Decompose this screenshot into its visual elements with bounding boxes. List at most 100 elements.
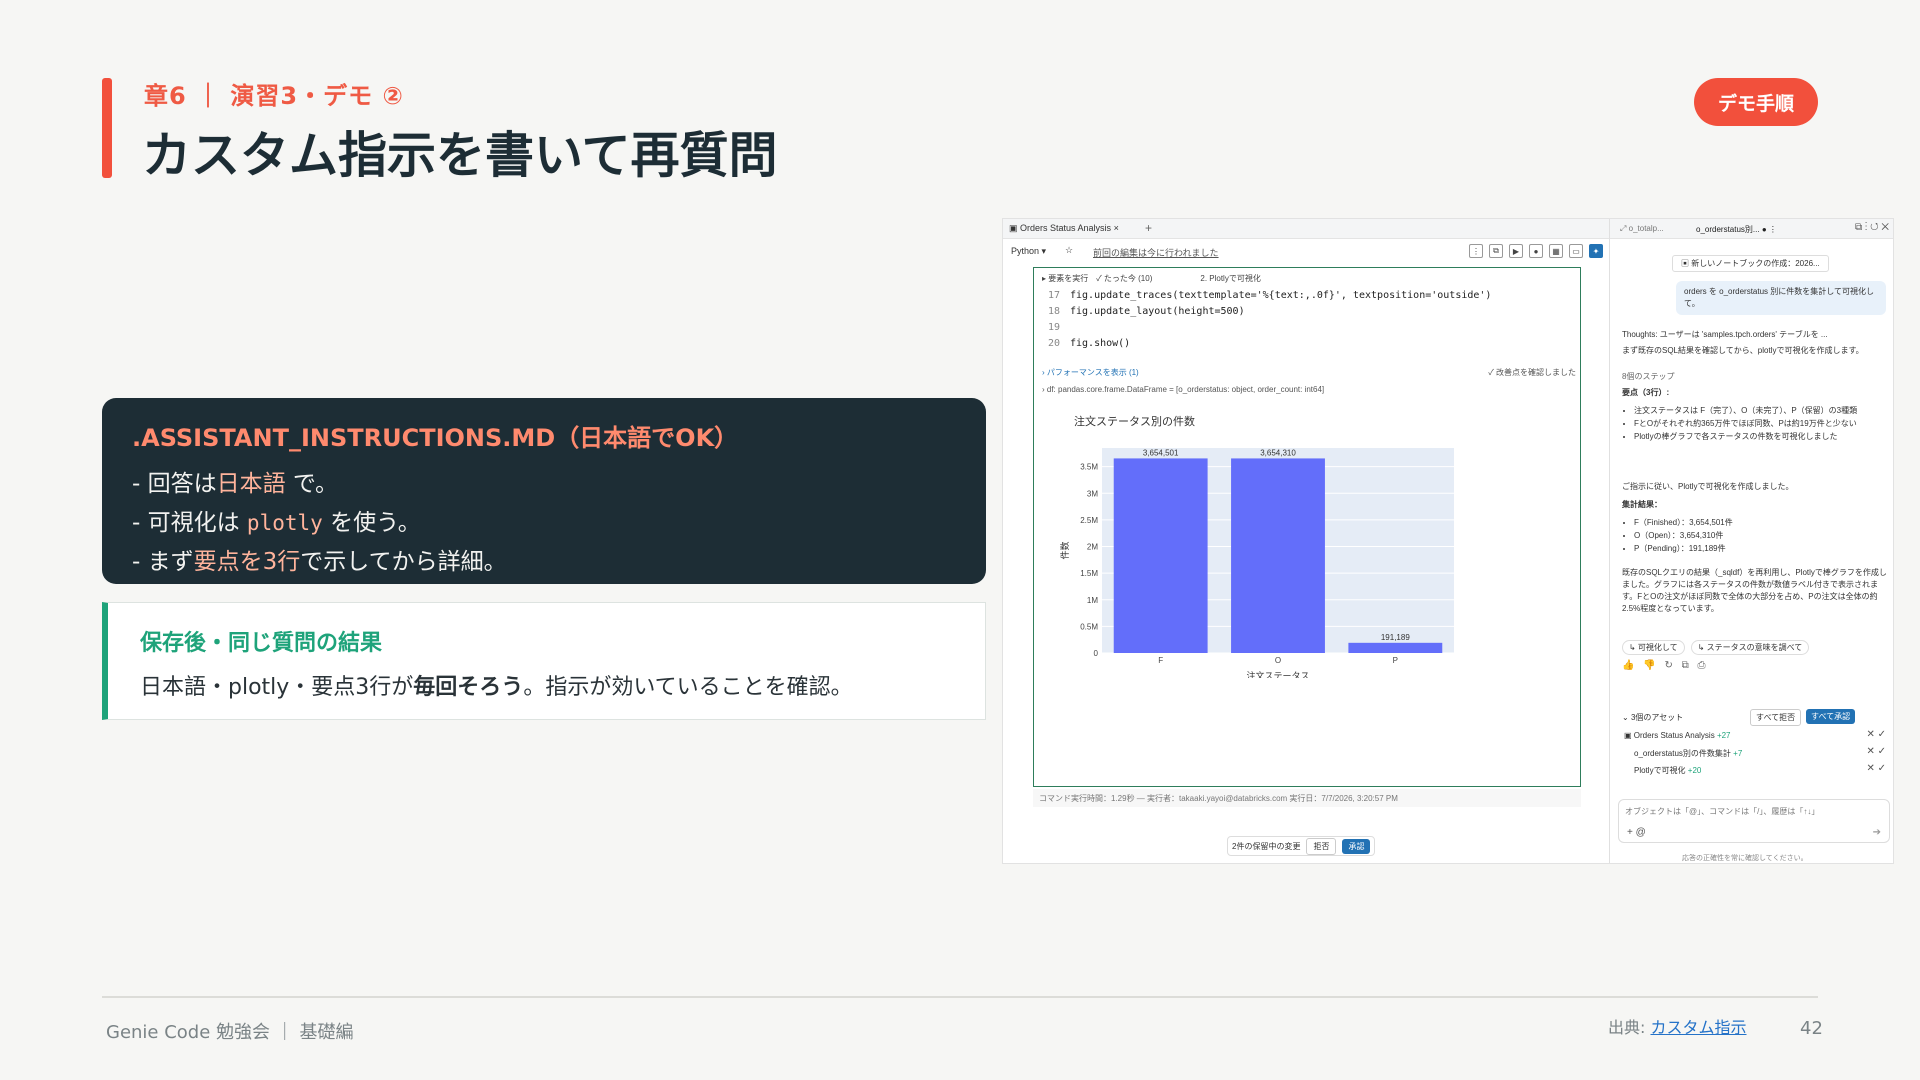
list-item: F（Finished）：3,654,501件 — [1634, 517, 1890, 529]
assets-header: ⌄ 3個のアセット すべて拒否 すべて承認 — [1618, 709, 1890, 727]
run-icon[interactable]: ▶ — [1509, 244, 1523, 258]
reject-button[interactable]: 拒否 — [1306, 837, 1337, 855]
pending-changes-label: 2件の保留中の変更 — [1232, 841, 1301, 851]
reject-all-button[interactable]: すべて拒否 — [1750, 709, 1802, 726]
new-notebook-chip[interactable]: ▣ 新しいノートブックの作成：2026... — [1672, 255, 1829, 272]
notebook-cell[interactable]: ▸ 要素を実行 ✓ たった今 (10) 2. Plotlyで可視化 17 fig.… — [1033, 267, 1581, 787]
instructions-card: .ASSISTANT_INSTRUCTIONS.MD（日本語でOK） - 回答は… — [102, 398, 986, 584]
notebook-tabbar: ▣ Orders Status Analysis × + — [1003, 219, 1609, 239]
schedule-icon[interactable]: ▦ — [1549, 244, 1563, 258]
toolbar-actions: ⋮ ⧉ ▶ ● ▦ ▭ ✦ — [1469, 244, 1603, 258]
assistant-panel: ⤢ o_totalp... o_orderstatus別... ● ⋮ ⧉ ⋮ … — [1609, 219, 1893, 863]
assistant-done-message: ご指示に従い、Plotlyで可視化を作成しました。 — [1622, 482, 1794, 491]
y-tick-label: 0 — [1094, 649, 1099, 658]
save-status[interactable]: 前回の編集は今に行われました — [1093, 246, 1219, 259]
code-editor[interactable]: 17 fig.update_traces(texttemplate='%{text… — [1034, 290, 1580, 354]
results-title: 集計結果： — [1622, 500, 1662, 509]
assistant-detail: 既存のSQLクエリの結果（_sqldf）を再利用し、Plotlyで棒グラフを作成… — [1622, 568, 1887, 613]
results-list: F（Finished）：3,654,501件 O（Open）：3,654,310… — [1634, 517, 1890, 556]
assistant-disclaimer: 応答の正確性を常に確認してください。 — [1682, 855, 1808, 862]
code-line: 18 fig.update_layout(height=500) — [1047, 306, 1245, 317]
asset-actions-icons[interactable]: ✕ ✓ — [1866, 763, 1886, 774]
asset-row[interactable]: ▣ Orders Status Analysis +27 ✕ ✓ — [1618, 727, 1890, 744]
assistant-tab[interactable]: ⤢ o_totalp... — [1620, 224, 1664, 234]
assistant-window-icons[interactable]: ⧉ ⋮ ↺ ✕ — [1855, 222, 1889, 233]
notebook-tab[interactable]: ▣ Orders Status Analysis × — [1009, 223, 1119, 234]
assets-panel: ⌄ 3個のアセット すべて拒否 すべて承認 ▣ Orders Status An… — [1618, 709, 1890, 778]
x-tick-label: P — [1393, 656, 1398, 665]
x-tick-label: F — [1158, 656, 1163, 665]
assistant-steps[interactable]: 8個のステップ — [1622, 371, 1890, 383]
improvement-status: ✓ 改善点を確認しました — [1488, 368, 1576, 377]
asset-row[interactable]: Plotlyで可視化 +20 ✕ ✓ — [1618, 761, 1890, 778]
more-icon[interactable]: ⋮ — [1469, 244, 1483, 258]
list-item: FとOがそれぞれ約365万件でほぼ同数、Pは約19万件と少ない — [1634, 418, 1890, 430]
x-axis-label: 注文ステータス — [1246, 670, 1309, 678]
code-line: 19 — [1047, 322, 1060, 333]
list-item: 注文ステータスは F（完了）、O（未完了）、P（保留）の3種類 — [1634, 405, 1890, 417]
bar — [1113, 458, 1208, 653]
y-tick-label: 2.5M — [1080, 516, 1098, 525]
list-item: O（Open）：3,654,310件 — [1634, 530, 1890, 542]
assistant-icon[interactable]: ✦ — [1589, 244, 1603, 258]
suggestion-chips: ↳ 可視化して ↳ ステータスの意味を調べて — [1622, 640, 1810, 655]
instruction-line-2: - 可視化は plotly を使う。 — [132, 510, 421, 536]
suggestion-chip[interactable]: ↳ 可視化して — [1622, 640, 1685, 655]
accept-all-button[interactable]: すべて承認 — [1806, 709, 1856, 724]
code-line: 17 fig.update_traces(texttemplate='%{text… — [1047, 290, 1492, 301]
notebook-toolbar: Python ▾ ☆ 前回の編集は今に行われました ⋮ ⧉ ▶ ● ▦ ▭ ✦ — [1003, 243, 1609, 261]
cell-header: ▸ 要素を実行 ✓ たった今 (10) 2. Plotlyで可視化 — [1042, 274, 1261, 283]
dataframe-summary[interactable]: › df: pandas.core.frame.DataFrame = [o_o… — [1042, 385, 1324, 394]
assistant-tabs: ⤢ o_totalp... o_orderstatus別... ● ⋮ ⧉ ⋮ … — [1610, 219, 1893, 239]
accept-button[interactable]: 承認 — [1342, 838, 1371, 854]
slide-eyebrow: 章6 ｜ 演習3・デモ ② — [144, 82, 404, 110]
result-card-title: 保存後・同じ質問の結果 — [140, 631, 383, 656]
footer-divider — [102, 996, 1818, 998]
prompt-tools-icons[interactable]: + @ — [1627, 827, 1646, 838]
performance-toggle[interactable]: › パフォーマンスを表示 (1) — [1042, 367, 1139, 378]
data-label: 3,654,501 — [1143, 448, 1179, 457]
pending-changes-bar: 2件の保留中の変更 拒否 承認 — [1227, 836, 1376, 856]
language-selector[interactable]: Python ▾ — [1011, 246, 1046, 257]
y-tick-label: 3.5M — [1080, 463, 1098, 472]
star-icon[interactable]: ☆ — [1065, 245, 1073, 256]
assistant-thoughts[interactable]: Thoughts: ユーザーは 'samples.tpch.orders' テー… — [1622, 329, 1890, 341]
assistant-prompt-input[interactable]: オブジェクトは「@」、コマンドは「/」、履歴は「↑↓」 + @ ➔ — [1618, 799, 1890, 843]
x-tick-label: O — [1275, 656, 1281, 665]
summary-title: 要点（3行）: — [1622, 388, 1670, 397]
slide-title: カスタム指示を書いて再質問 — [142, 127, 778, 184]
asset-actions-icons[interactable]: ✕ ✓ — [1866, 746, 1886, 757]
user-message: orders を o_orderstatus 別に件数を集計して可視化して。 — [1676, 281, 1886, 315]
comment-icon[interactable]: ▭ — [1569, 244, 1583, 258]
y-tick-label: 2M — [1087, 543, 1098, 552]
summary-list: 注文ステータスは F（完了）、O（未完了）、P（保留）の3種類 FとOがそれぞれ… — [1634, 405, 1890, 444]
compare-icon[interactable]: ⧉ — [1489, 244, 1503, 258]
bar-chart: 0 0.5M 1M 1.5M 2M 2.5M 3M 3.5M 3,654,501 F 3,654,3… — [1059, 448, 1454, 678]
data-label: 3,654,310 — [1260, 448, 1296, 457]
demo-badge: デモ手順 — [1694, 78, 1818, 126]
status-icon[interactable]: ● — [1529, 244, 1543, 258]
assistant-tab-active[interactable]: o_orderstatus別... ● ⋮ — [1696, 224, 1777, 235]
assistant-intro: まず既存のSQL結果を確認してから、plotlyで可視化を作成します。 — [1622, 346, 1864, 355]
notebook-screenshot: ▣ Orders Status Analysis × + Python ▾ ☆ … — [1002, 218, 1894, 864]
assets-label[interactable]: ⌄ 3個のアセット — [1622, 712, 1683, 723]
footer-source: 出典: カスタム指示 — [1608, 1018, 1747, 1037]
asset-row[interactable]: o_orderstatus別の件数集計 +7 ✕ ✓ — [1618, 744, 1890, 761]
result-card: 保存後・同じ質問の結果 日本語・plotly・要点3行が毎回そろう。指示が効いて… — [102, 602, 986, 720]
asset-actions-icons[interactable]: ✕ ✓ — [1866, 729, 1886, 740]
instructions-card-title: .ASSISTANT_INSTRUCTIONS.MD（日本語でOK） — [132, 424, 739, 452]
y-tick-label: 1.5M — [1080, 569, 1098, 578]
send-icon[interactable]: ➔ — [1873, 827, 1881, 838]
list-item: Plotlyの棒グラフで各ステータスの件数を可視化しました — [1634, 431, 1890, 443]
feedback-icons[interactable]: 👍 👎 ↻ ⧉ ⎙ — [1622, 660, 1709, 671]
new-tab-icon[interactable]: + — [1145, 221, 1152, 235]
y-tick-label: 0.5M — [1080, 622, 1098, 631]
data-label: 191,189 — [1381, 633, 1410, 642]
suggestion-chip[interactable]: ↳ ステータスの意味を調べて — [1690, 640, 1810, 655]
y-tick-label: 1M — [1087, 596, 1098, 605]
y-axis-label: 件数 — [1059, 541, 1070, 559]
source-link[interactable]: カスタム指示 — [1650, 1018, 1746, 1037]
cell-footer: コマンド実行時間：1.29秒 — 実行者：takaaki.yayoi@datab… — [1033, 789, 1581, 807]
y-tick-label: 3M — [1087, 489, 1098, 498]
footer-course-name: Genie Code 勉強会 ｜ 基礎編 — [106, 1022, 354, 1043]
